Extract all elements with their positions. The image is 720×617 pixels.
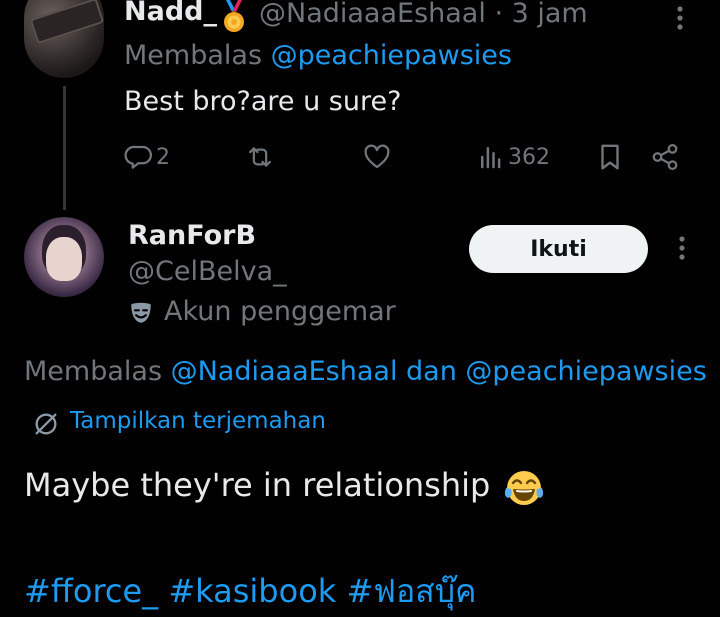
hashtag-link[interactable]: #kasibook	[168, 572, 336, 610]
fan-account-label: Akun penggemar	[164, 296, 396, 327]
mention-link[interactable]: @peachiepawsies	[271, 40, 512, 71]
tweet-text: Maybe they're in relationship	[24, 466, 491, 504]
reply-timestamp[interactable]: 3 jam	[512, 0, 588, 29]
hashtag-link[interactable]: #ฟอสบุ๊ค	[346, 572, 476, 610]
retweet-icon	[249, 147, 271, 167]
tweet-replying-to: Membalas @NadiaaaEshaal dan @peachiepaws…	[24, 356, 707, 387]
translate-link[interactable]: Tampilkan terjemahan	[70, 408, 326, 434]
share-icon	[652, 144, 678, 170]
reply-text: Best bro?are u sure?	[124, 86, 402, 117]
views-button[interactable]: 362	[476, 142, 550, 172]
separator: ·	[485, 0, 512, 29]
like-button[interactable]	[362, 142, 392, 172]
reply-handle-and-time: @NadiaaaEshaal · 3 jam	[259, 0, 588, 29]
more-options-icon[interactable]	[672, 234, 692, 264]
tweet-handle[interactable]: @CelBelva_	[128, 256, 287, 287]
tweet-avatar[interactable]	[24, 217, 104, 297]
masks-icon	[131, 302, 151, 323]
views-icon	[481, 147, 501, 169]
replying-and[interactable]: dan	[397, 356, 465, 387]
follow-button[interactable]: Ikuti	[469, 225, 648, 273]
mention-link[interactable]: @peachiepawsies	[465, 356, 706, 387]
views-count: 362	[508, 144, 550, 170]
reply-icon	[124, 145, 152, 169]
reply-handle[interactable]: @NadiaaaEshaal	[259, 0, 486, 29]
retweet-button[interactable]	[244, 142, 276, 172]
replying-prefix: Membalas	[124, 40, 271, 71]
reply-avatar[interactable]	[24, 0, 104, 78]
reply-display-name[interactable]: Nadd_	[124, 0, 217, 27]
thread-line	[63, 86, 66, 210]
heart-icon	[364, 144, 390, 169]
reply-count: 2	[156, 144, 170, 170]
reply-replying-to: Membalas @peachiepawsies	[124, 40, 512, 71]
hashtag-list: #fforce_ #kasibook #ฟอสบุ๊ค	[24, 566, 476, 617]
face-with-tears-of-joy-icon	[504, 471, 544, 505]
hashtag-link[interactable]: #fforce_	[24, 572, 158, 610]
mention-link[interactable]: @NadiaaaEshaal	[171, 356, 398, 387]
bookmark-icon	[601, 144, 619, 170]
medal-icon	[224, 0, 244, 32]
reply-button[interactable]: 2	[124, 142, 170, 172]
tweet-display-name[interactable]: RanForB	[128, 220, 256, 251]
share-button[interactable]	[650, 142, 680, 172]
replying-prefix: Membalas	[24, 356, 171, 387]
bookmark-button[interactable]	[596, 142, 624, 172]
more-options-icon[interactable]	[670, 4, 690, 34]
globe-slash-icon	[35, 413, 57, 435]
